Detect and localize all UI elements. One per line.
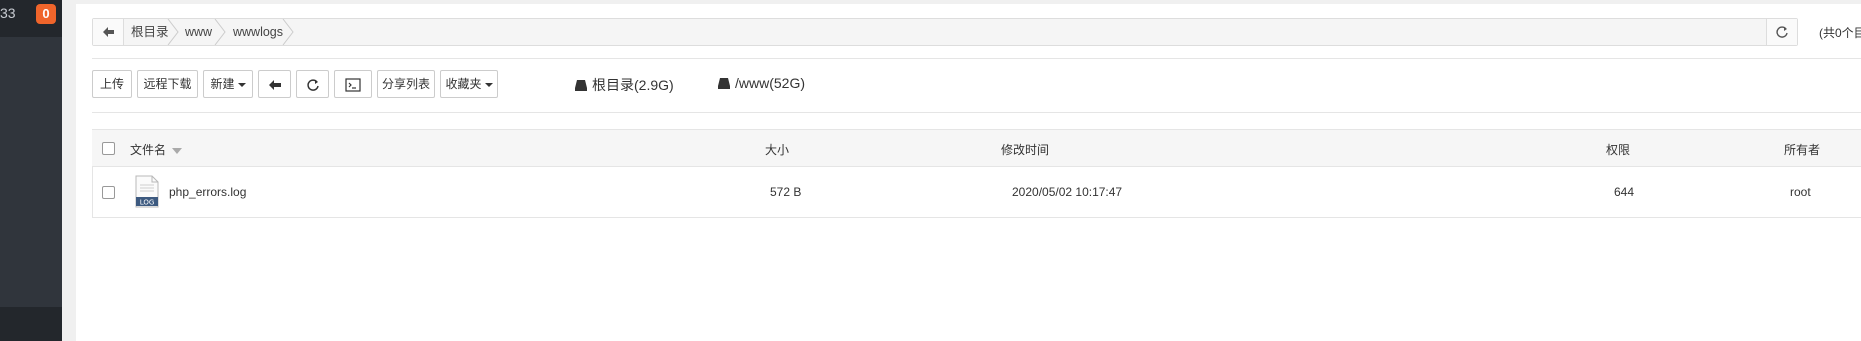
breadcrumb-separator-icon	[214, 19, 226, 45]
arrow-left-icon	[268, 79, 281, 90]
directory-summary: (共0个目录与1个文件,	[1819, 26, 1861, 40]
caret-down-icon	[484, 82, 493, 87]
column-filename[interactable]: 文件名	[130, 141, 183, 158]
column-filename-label: 文件名	[130, 143, 167, 157]
remote-download-button[interactable]: 远程下载	[137, 70, 198, 98]
disk-www-label: /www(52G)	[735, 75, 806, 91]
file-manager-panel: 根目录 www wwwlogs (共0个目录与1个文件, 上传 远程下载 新建	[76, 4, 1861, 341]
path-refresh-button[interactable]	[1766, 19, 1797, 45]
refresh-icon	[1776, 26, 1788, 38]
file-size: 572 B	[770, 185, 802, 199]
breadcrumb-separator-icon	[282, 19, 294, 45]
favorites-button-label: 收藏夹	[445, 77, 482, 91]
file-modified-time: 2020/05/02 10:17:47	[1012, 185, 1123, 199]
upload-button[interactable]: 上传	[92, 70, 132, 98]
column-owner[interactable]: 所有者	[1784, 141, 1820, 158]
sidebar-header: 33 0	[0, 0, 62, 37]
favorites-dropdown-button[interactable]: 收藏夹	[440, 70, 498, 98]
table-row[interactable]: LOG php_errors.log 572 B 2020/05/02 10:1…	[92, 167, 1861, 218]
disk-root[interactable]: 根目录(2.9G)	[574, 75, 674, 95]
file-permission[interactable]: 644	[1614, 185, 1634, 199]
divider	[92, 112, 1861, 113]
divider	[92, 58, 1861, 59]
terminal-icon	[345, 78, 361, 92]
path-back-button[interactable]	[93, 19, 124, 45]
column-permission[interactable]: 权限	[1606, 141, 1630, 158]
breadcrumb-www[interactable]: www	[185, 19, 212, 45]
breadcrumb-wwwlogs[interactable]: wwwlogs	[233, 19, 283, 45]
breadcrumb-root[interactable]: 根目录	[131, 19, 169, 45]
column-modified-time[interactable]: 修改时间	[1001, 141, 1049, 158]
notification-badge[interactable]: 0	[36, 4, 56, 24]
refresh-button[interactable]	[296, 70, 329, 98]
log-file-icon: LOG	[135, 175, 159, 208]
disk-root-label: 根目录(2.9G)	[592, 77, 674, 93]
hdd-icon	[718, 78, 730, 89]
back-button[interactable]	[258, 70, 291, 98]
disk-www[interactable]: /www(52G)	[717, 75, 805, 91]
refresh-icon	[306, 79, 319, 91]
arrow-left-icon	[103, 27, 114, 37]
sidebar-footer	[0, 307, 62, 341]
breadcrumb-separator-icon	[167, 19, 179, 45]
left-sidebar	[0, 0, 62, 341]
new-button-label: 新建	[210, 77, 235, 91]
select-all-checkbox[interactable]	[102, 142, 115, 155]
column-size[interactable]: 大小	[765, 141, 789, 158]
sidebar-counter: 33	[0, 5, 16, 21]
path-bar[interactable]: 根目录 www wwwlogs	[92, 18, 1798, 46]
caret-down-icon	[237, 82, 246, 87]
file-owner[interactable]: root	[1790, 185, 1811, 199]
file-name-link[interactable]: php_errors.log	[169, 185, 246, 199]
file-type-label: LOG	[140, 199, 155, 207]
new-dropdown-button[interactable]: 新建	[203, 70, 253, 98]
hdd-icon	[575, 80, 587, 91]
share-list-button[interactable]: 分享列表	[377, 70, 435, 98]
file-table-header: 文件名 大小 修改时间 权限 所有者	[92, 129, 1861, 167]
terminal-button[interactable]	[334, 70, 372, 98]
row-checkbox[interactable]	[102, 186, 115, 199]
sort-down-icon	[172, 147, 183, 154]
